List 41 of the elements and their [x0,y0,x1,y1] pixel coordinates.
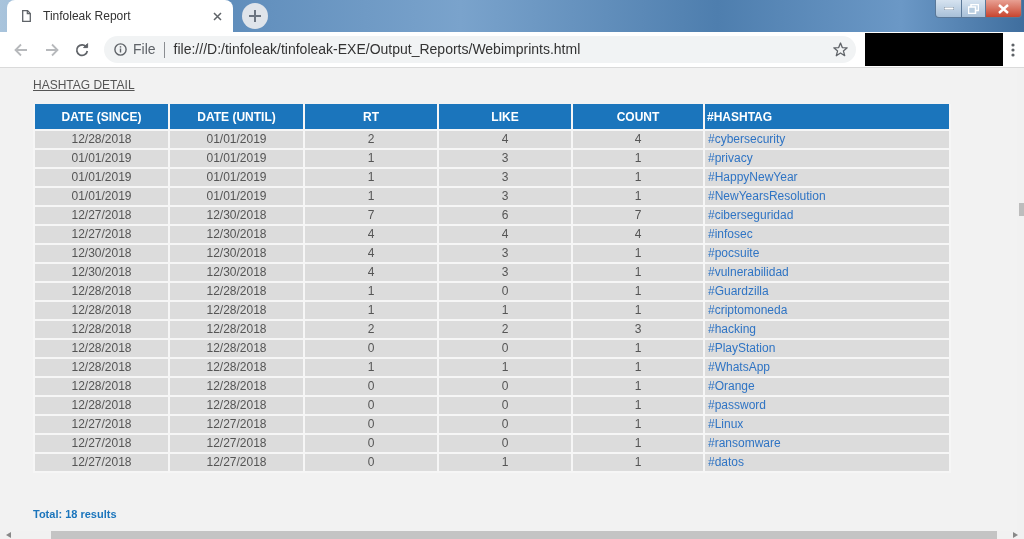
arrow-left-icon [14,42,28,57]
column-header: DATE (SINCE) [34,104,169,130]
menu-icon [1011,42,1015,57]
column-header: LIKE [438,104,572,130]
hashtag-link[interactable]: #password [708,398,767,412]
total-results-text: Total: 18 results [33,507,117,521]
hashtag-link[interactable]: #infosec [708,227,753,241]
new-tab-button[interactable] [242,3,268,29]
close-button[interactable] [986,0,1022,18]
plus-icon [249,10,261,22]
url-text[interactable]: file:///D:/tinfoleak/tinfoleak-EXE/Output_Reports/Webimprints.html [173,39,581,60]
reload-icon [75,42,89,57]
arrow-right-icon [45,42,59,57]
browser-tab[interactable]: Tinfoleak Report [7,0,233,32]
hashtag-link[interactable]: #Linux [708,417,744,431]
hashtag-link[interactable]: #hacking [708,322,757,336]
minimize-button[interactable] [935,0,962,18]
close-icon [998,3,1009,14]
column-header: #HASHTAG [704,104,950,130]
restore-button[interactable] [962,0,986,18]
minimize-icon [943,7,954,10]
section-title: HASHTAG DETAIL [33,78,135,93]
security-label[interactable]: File [133,39,156,60]
hashtag-link[interactable]: #Orange [708,379,755,393]
info-icon [114,43,127,56]
column-header: RT [304,104,438,130]
address-bar[interactable]: File file:///D:/tinfoleak/tinfoleak-EXE/Output_Reports/Webimprints.html [104,36,856,63]
arrow-left-icon[interactable] [6,532,11,538]
column-header: COUNT [572,104,704,130]
restore-icon [968,3,979,14]
page-icon [22,10,31,22]
close-icon [212,11,222,21]
star-icon[interactable] [833,42,848,57]
hashtag-link[interactable]: #privacy [708,151,753,165]
column-header: DATE (UNTIL) [169,104,304,130]
hashtag-link[interactable]: #datos [708,455,745,469]
arrow-right-icon[interactable] [1013,532,1018,538]
hashtag-link[interactable]: #WhatsApp [708,360,771,374]
hashtag-link[interactable]: #Guardzilla [708,284,769,298]
scrollbar-thumb[interactable] [1019,203,1024,216]
hashtag-link[interactable]: #pocsuite [708,246,760,260]
